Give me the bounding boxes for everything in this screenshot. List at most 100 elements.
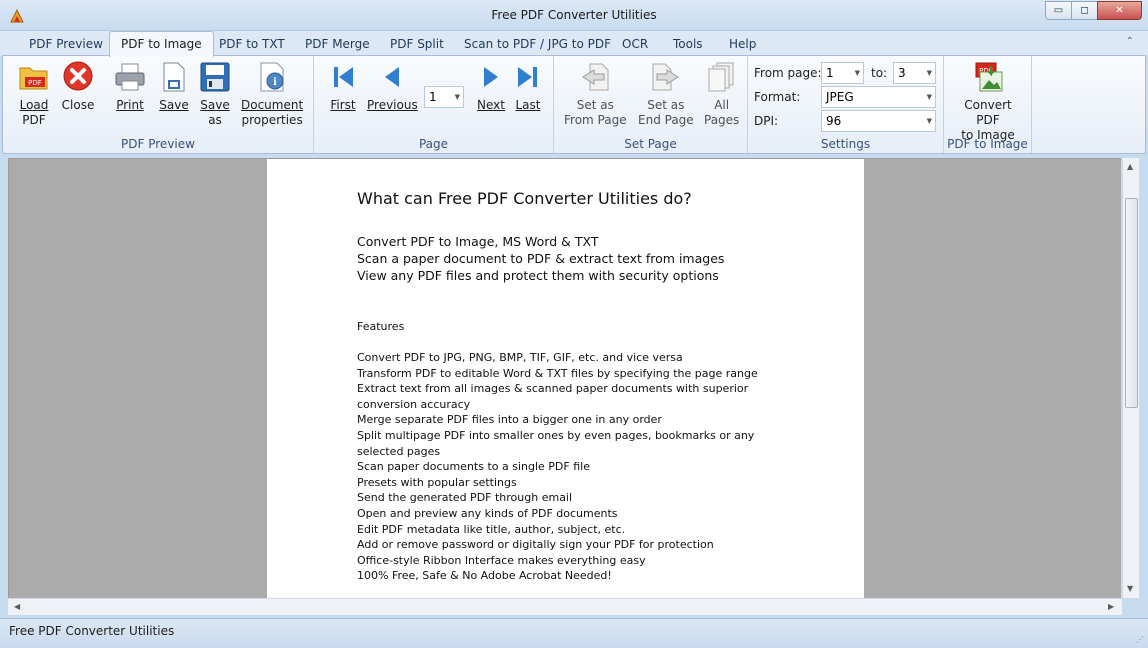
last-label: Last	[515, 98, 541, 112]
next-page-button[interactable]: Next	[474, 60, 508, 113]
first-page-icon	[326, 60, 360, 94]
resize-grip-icon[interactable]: ⋰	[1136, 635, 1144, 644]
tab-ocr[interactable]: OCR	[616, 35, 654, 56]
tab-help[interactable]: Help	[723, 35, 762, 56]
document-heading: What can Free PDF Converter Utilities do…	[357, 189, 692, 208]
tab-scan-to-pdf[interactable]: Scan to PDF / JPG to PDF	[458, 35, 617, 56]
all-pages-button[interactable]: All Pages	[704, 60, 739, 128]
ribbon-panel: PDF Load PDF Close Print Save Save as i …	[2, 55, 1146, 154]
previous-page-button[interactable]: Previous	[367, 60, 418, 113]
tab-pdf-to-txt[interactable]: PDF to TXT	[213, 35, 291, 56]
close-pdf-button[interactable]: Close	[61, 60, 95, 113]
format-label: Format:	[754, 90, 801, 104]
group-settings: From page: 1 ▼ to: 3 ▼ Format: JPEG ▼ DP…	[748, 56, 944, 153]
feature-item: Office-style Ribbon Interface makes ever…	[357, 553, 646, 567]
feature-item: Transform PDF to editable Word & TXT fil…	[357, 366, 758, 380]
set-from-page-label: Set as From Page	[564, 98, 627, 127]
feature-item: Edit PDF metadata like title, author, su…	[357, 522, 626, 536]
close-label: Close	[61, 98, 95, 112]
document-properties-icon: i	[255, 60, 289, 94]
from-page-label: From page:	[754, 66, 822, 80]
scroll-left-icon[interactable]: ◀	[14, 602, 20, 611]
to-page-value: 3	[898, 66, 906, 80]
feature-item: Scan paper documents to a single PDF fil…	[357, 460, 590, 474]
svg-text:i: i	[273, 77, 277, 88]
save-icon	[157, 60, 191, 94]
close-window-button[interactable]: ✕	[1097, 1, 1142, 20]
group-label-page: Page	[418, 137, 449, 151]
load-pdf-label: Load PDF	[19, 98, 49, 127]
feature-item: Send the generated PDF through email	[357, 491, 573, 505]
document-properties-button[interactable]: i Document properties	[241, 60, 303, 128]
chevron-down-icon: ▼	[854, 69, 860, 77]
next-page-icon	[474, 60, 508, 94]
dpi-select[interactable]: 96 ▼	[821, 110, 936, 132]
group-label-settings: Settings	[820, 137, 871, 151]
convert-pdf-to-image-button[interactable]: PDF Convert PDF to Image	[952, 60, 1024, 143]
to-page-select[interactable]: 3 ▼	[893, 62, 936, 84]
print-label: Print	[116, 98, 144, 112]
document-properties-label: Document properties	[241, 98, 304, 127]
group-set-page: Set as From Page Set as End Page All Pages	[554, 56, 748, 153]
set-from-page-icon	[578, 60, 612, 94]
group-page: First Previous 1 ▼ Next Last Page	[314, 56, 554, 153]
features-list: Convert PDF to JPG, PNG, BMP, TIF, GIF, …	[357, 350, 787, 584]
horizontal-scrollbar[interactable]: ◀ ▶	[8, 598, 1122, 615]
set-end-page-button[interactable]: Set as End Page	[638, 60, 694, 128]
next-label: Next	[477, 98, 505, 112]
tab-pdf-merge[interactable]: PDF Merge	[299, 35, 376, 56]
scroll-right-icon[interactable]: ▶	[1108, 602, 1114, 611]
status-text: Free PDF Converter Utilities	[9, 624, 175, 638]
set-from-page-button[interactable]: Set as From Page	[564, 60, 627, 128]
group-pdf-to-image: PDF Convert PDF to Image PDF to Image	[944, 56, 1032, 153]
feature-item: Merge separate PDF files into a bigger o…	[357, 413, 662, 427]
from-page-value: 1	[826, 66, 834, 80]
minimize-button[interactable]: ▭	[1045, 1, 1072, 20]
chevron-down-icon: ▼	[454, 93, 460, 101]
load-pdf-icon: PDF	[17, 60, 51, 94]
tab-pdf-preview[interactable]: PDF Preview	[23, 35, 109, 56]
save-button[interactable]: Save	[157, 60, 191, 113]
group-label-pdf-to-image: PDF to Image	[947, 137, 1028, 151]
all-pages-label: All Pages	[704, 98, 740, 127]
document-viewer[interactable]: What can Free PDF Converter Utilities do…	[8, 158, 1121, 598]
all-pages-icon	[705, 60, 739, 94]
page-number-value: 1	[429, 90, 437, 104]
svg-text:PDF: PDF	[28, 79, 42, 87]
save-as-button[interactable]: Save as	[198, 60, 232, 128]
group-label-set-page: Set Page	[624, 137, 677, 151]
features-title: Features	[357, 320, 405, 333]
scroll-up-icon[interactable]: ▲	[1127, 162, 1133, 171]
group-pdf-preview: PDF Load PDF Close Print Save Save as i …	[3, 56, 314, 153]
previous-label: Previous	[367, 98, 418, 112]
intro-line: Convert PDF to Image, MS Word & TXT	[357, 234, 599, 249]
format-select[interactable]: JPEG ▼	[821, 86, 936, 108]
tab-pdf-split[interactable]: PDF Split	[384, 35, 450, 56]
ribbon-tab-bar: PDF Preview PDF to Image PDF to TXT PDF …	[0, 31, 1148, 57]
convert-pdf-to-image-icon: PDF	[971, 60, 1005, 94]
chevron-down-icon: ▼	[926, 117, 932, 125]
printer-icon	[113, 60, 147, 94]
vertical-scrollbar[interactable]: ▲ ▼	[1122, 158, 1139, 598]
scroll-down-icon[interactable]: ▼	[1127, 584, 1133, 593]
tab-pdf-to-image[interactable]: PDF to Image	[109, 31, 214, 57]
dpi-value: 96	[826, 114, 842, 128]
load-pdf-button[interactable]: PDF Load PDF	[17, 60, 51, 128]
window-title: Free PDF Converter Utilities	[491, 8, 657, 22]
to-page-label: to:	[871, 66, 888, 80]
tab-tools[interactable]: Tools	[667, 35, 709, 56]
print-button[interactable]: Print	[113, 60, 147, 113]
feature-item: Convert PDF to JPG, PNG, BMP, TIF, GIF, …	[357, 351, 683, 364]
from-page-select[interactable]: 1 ▼	[821, 62, 864, 84]
maximize-button[interactable]: ◻	[1071, 1, 1098, 20]
first-page-button[interactable]: First	[326, 60, 360, 113]
previous-page-icon	[375, 60, 409, 94]
last-page-icon	[511, 60, 545, 94]
first-label: First	[330, 98, 356, 112]
intro-line: View any PDF files and protect them with…	[357, 268, 719, 283]
collapse-ribbon-icon[interactable]: ⌃	[1126, 36, 1134, 47]
vertical-scroll-thumb[interactable]	[1125, 198, 1138, 408]
last-page-button[interactable]: Last	[511, 60, 545, 113]
page-number-select[interactable]: 1 ▼	[424, 86, 464, 108]
save-as-icon	[198, 60, 232, 94]
